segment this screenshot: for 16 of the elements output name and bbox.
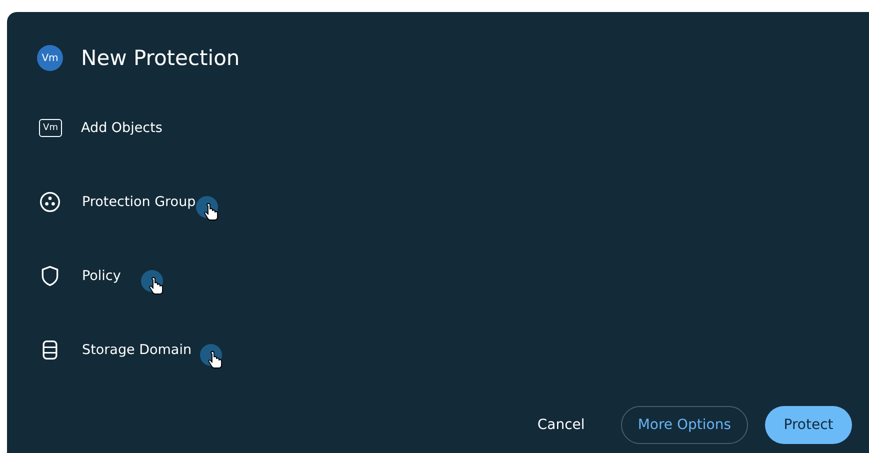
- menu-row[interactable]: Policy: [37, 262, 852, 290]
- protect-button[interactable]: Protect: [765, 406, 852, 444]
- vm-icon: Vm: [39, 119, 62, 137]
- menu-item-label: Add Objects: [81, 120, 162, 136]
- cancel-button[interactable]: Cancel: [536, 406, 586, 444]
- vm-badge: Vm: [37, 45, 63, 71]
- dialog-title: New Protection: [81, 46, 240, 70]
- menu-item-label: Policy: [82, 268, 121, 284]
- options-button[interactable]: More Options: [620, 406, 748, 444]
- shield-icon: [39, 264, 61, 288]
- group-icon: [39, 191, 61, 213]
- menu-row[interactable]: Storage Domain: [37, 336, 852, 364]
- menu-row[interactable]: Vm Add Objects: [37, 114, 852, 142]
- menu-item-label: Storage Domain: [82, 342, 192, 358]
- menu-item-label: Protection Group: [82, 194, 196, 210]
- menu-row[interactable]: Protection Group: [37, 188, 852, 216]
